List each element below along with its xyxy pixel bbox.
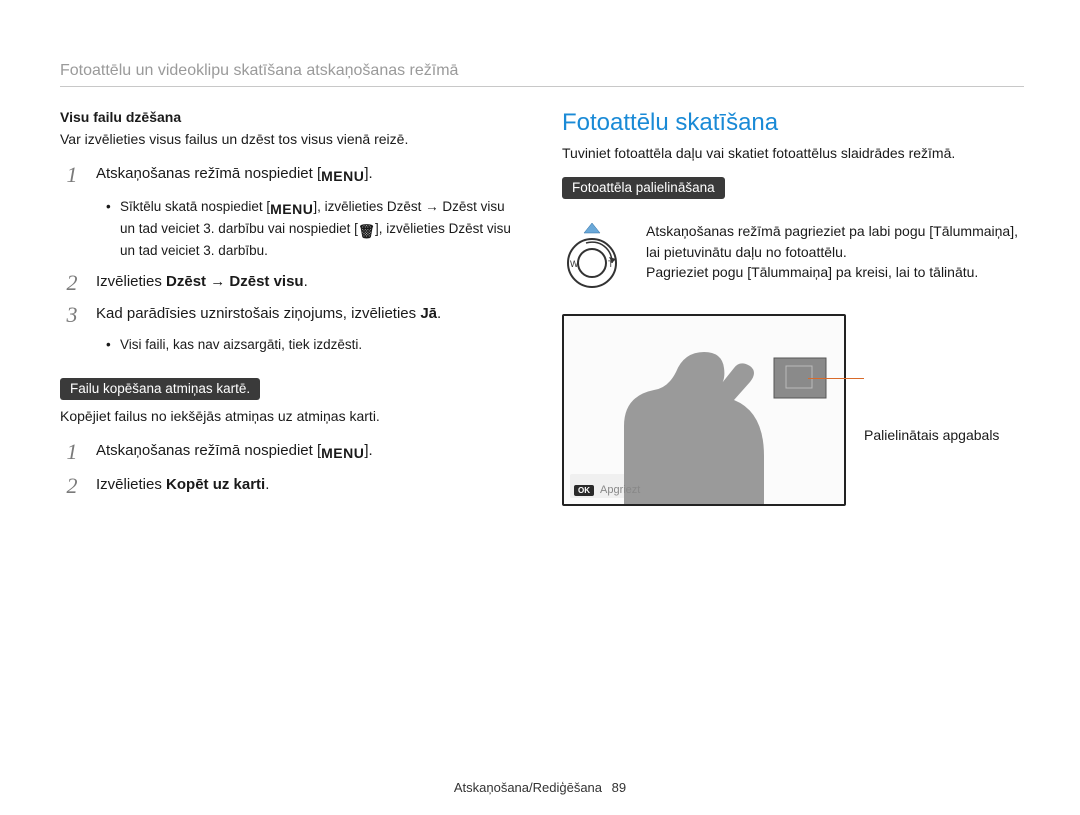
ok-indicator: OK Apgriezt (574, 484, 640, 496)
step-number: 2 (60, 470, 84, 502)
step-number: 2 (60, 267, 84, 299)
copy-steps: 1 Atskaņošanas režīmā nospiediet [MENU].… (60, 440, 522, 495)
t: Jā (420, 305, 437, 322)
copy-to-card-desc: Kopējiet failus no iekšējās atmiņas uz a… (60, 406, 522, 426)
step-1-bullet: Sīktēlu skatā nospiediet [MENU], izvēlie… (60, 197, 522, 261)
ok-badge: OK (574, 485, 594, 496)
zoom-dial-icon: W T (562, 221, 632, 296)
menu-icon: MENU (321, 166, 364, 186)
callout-label: Palielinātais apgabals (864, 376, 999, 444)
menu-icon: MENU (270, 199, 313, 219)
t: Pagrieziet pogu (646, 264, 747, 280)
t: Dzēst (387, 199, 422, 214)
step-2: 2 Izvēlieties Dzēst → Dzēst visu. (60, 271, 522, 293)
page-number: 89 (612, 780, 626, 795)
bullet-item: Visi faili, kas nav aizsargāti, tiek izd… (106, 335, 522, 355)
t: [Tālummaiņa] (747, 264, 832, 280)
step-1: 1 Atskaņošanas režīmā nospiediet [MENU]. (60, 163, 522, 186)
t: Izvēlieties (96, 476, 166, 493)
right-column: Fotoattēlu skatīšana Tuviniet fotoattēla… (562, 109, 1024, 506)
step-3-bullet: Visi faili, kas nav aizsargāti, tiek izd… (60, 335, 522, 355)
page-footer: Atskaņošana/Rediģēšana 89 (0, 780, 1080, 795)
t: Dzēst visu (229, 273, 303, 290)
rotate-instruction-row: W T Atskaņošanas režīmā pagrieziet pa la… (562, 221, 1024, 296)
t: Dzēst visu (442, 199, 504, 214)
rotate-instruction-text: Atskaņošanas režīmā pagrieziet pa labi p… (646, 221, 1024, 282)
t: Dzēst (166, 273, 206, 290)
t: ], izvēlieties (313, 199, 387, 214)
step-3: 3 Kad parādīsies uznirstošais ziņojums, … (60, 303, 522, 325)
copy-step-1: 1 Atskaņošanas režīmā nospiediet [MENU]. (60, 440, 522, 463)
delete-all-desc: Var izvēlieties visus failus un dzēst to… (60, 129, 522, 149)
t: Dzēst visu (449, 221, 511, 236)
copy-to-card-heading: Failu kopēšana atmiņas kartē. (60, 378, 260, 400)
page: Fotoattēlu un videoklipu skatīšana atska… (0, 0, 1080, 815)
step-number: 3 (60, 299, 84, 331)
t: pa kreisi, lai to tālinātu. (832, 264, 978, 280)
zoom-diagram-row: OK Apgriezt Palielinātais apgabals (562, 314, 1024, 506)
t: Kad parādīsies uznirstošais ziņojums, iz… (96, 305, 420, 322)
t: Kopēt uz karti (166, 476, 265, 493)
delete-all-heading: Visu failu dzēšana (60, 109, 522, 125)
copy-step-2: 2 Izvēlieties Kopēt uz karti. (60, 474, 522, 496)
t: . (304, 273, 308, 290)
t: un tad veiciet 3. darbību. (120, 243, 268, 258)
enlarge-heading: Fotoattēla palielināšana (562, 177, 725, 199)
left-column: Visu failu dzēšana Var izvēlieties visus… (60, 109, 522, 506)
step-number: 1 (60, 436, 84, 468)
two-column-layout: Visu failu dzēšana Var izvēlieties visus… (60, 109, 1024, 506)
section-intro: Tuviniet fotoattēla daļu vai skatiet fot… (562, 143, 1024, 163)
step-1-text-pre: Atskaņošanas režīmā nospiediet [ (96, 165, 321, 182)
callout-line (808, 378, 864, 379)
photo-frame: OK Apgriezt (562, 314, 846, 506)
step-1-text-post: ]. (364, 165, 372, 182)
page-header: Fotoattēlu un videoklipu skatīšana atska… (60, 62, 1024, 87)
footer-section: Atskaņošana/Rediģēšana (454, 780, 602, 795)
svg-text:W: W (570, 259, 579, 269)
t: . (265, 476, 269, 493)
t: [Tālummaiņa] (929, 223, 1014, 239)
t: → (206, 273, 229, 290)
t: Atskaņošanas režīmā nospiediet [ (96, 442, 321, 459)
t: Izvēlieties (96, 273, 166, 290)
menu-icon: MENU (321, 443, 364, 463)
delete-all-steps: 1 Atskaņošanas režīmā nospiediet [MENU].… (60, 163, 522, 354)
t: → (421, 199, 442, 214)
t: . (437, 305, 441, 322)
t: un tad veiciet 3. darbību vai nospiediet… (120, 221, 358, 236)
t: Atskaņošanas režīmā pagrieziet pa labi p… (646, 223, 929, 239)
section-title: Fotoattēlu skatīšana (562, 109, 1024, 137)
trash-icon: 🗑 (358, 222, 375, 242)
t: ], izvēlieties (375, 221, 449, 236)
ok-text: Apgriezt (600, 484, 640, 496)
t: Sīktēlu skatā nospiediet [ (120, 199, 270, 214)
t: ]. (364, 442, 372, 459)
step-number: 1 (60, 159, 84, 191)
bullet-item: Sīktēlu skatā nospiediet [MENU], izvēlie… (106, 197, 522, 261)
